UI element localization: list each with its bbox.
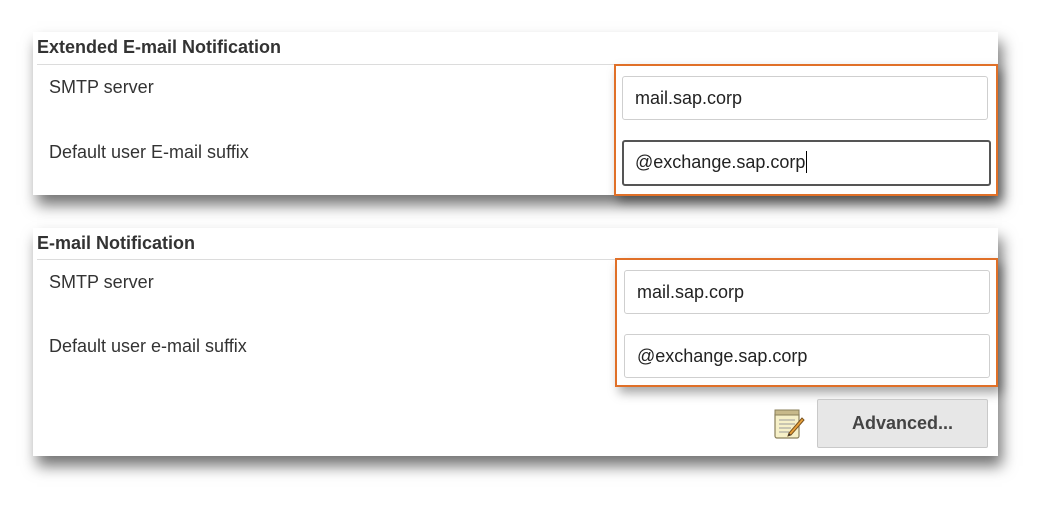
smtp-server-label: SMTP server — [49, 272, 154, 292]
section-title: Extended E-mail Notification — [37, 37, 282, 57]
advanced-button[interactable]: Advanced... — [817, 399, 988, 448]
section-title: E-mail Notification — [37, 233, 196, 253]
highlight-frame — [614, 64, 998, 196]
email-suffix-label: Default user E-mail suffix — [49, 142, 249, 162]
email-notification-section: E-mail Notification SMTP server mail.sap… — [33, 228, 998, 456]
extended-email-notification-section: Extended E-mail Notification SMTP server… — [33, 32, 998, 196]
notepad-pencil-icon[interactable] — [771, 406, 807, 442]
highlight-frame — [615, 258, 998, 387]
email-suffix-label: Default user e-mail suffix — [49, 336, 247, 356]
smtp-server-label: SMTP server — [49, 77, 154, 97]
